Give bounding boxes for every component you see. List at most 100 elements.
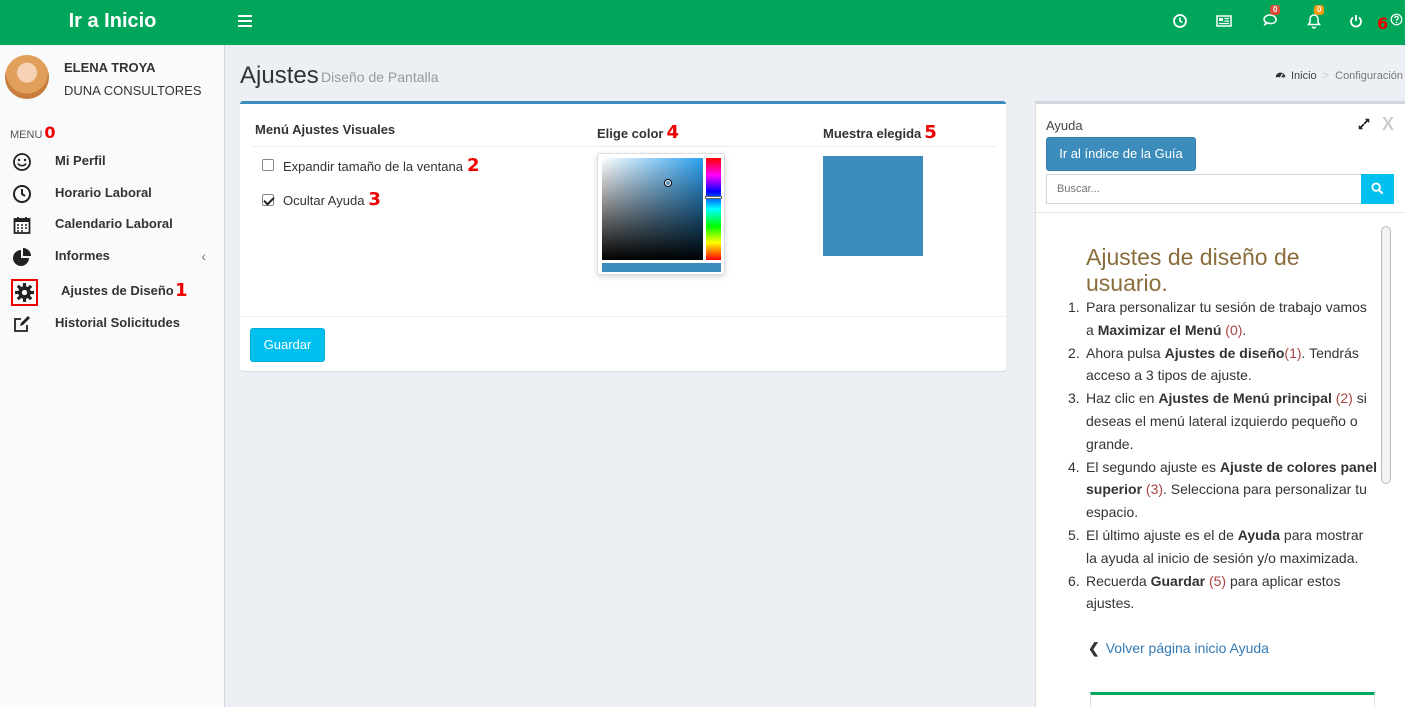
scrollbar-thumb[interactable] (1381, 226, 1391, 484)
back-help-home-link[interactable]: ❮ Volver página inicio Ayuda (1088, 640, 1269, 657)
step-text: El segundo ajuste es (1086, 458, 1220, 475)
step-text: Recuerda (1086, 572, 1151, 589)
sample-header: Muestra elegida 5 (823, 122, 937, 143)
expand-window-checkbox[interactable] (262, 159, 274, 171)
gear-icon (11, 279, 38, 306)
help-steps-list: 1. Para personalizar tu sesión de trabajo… (1068, 296, 1378, 615)
settings-box: Menú Ajustes Visuales Elige color 4 Muest… (240, 101, 1006, 371)
divider (252, 146, 996, 147)
search-icon (1371, 182, 1384, 195)
clock-icon[interactable] (1172, 13, 1190, 31)
top-navbar: Ir a Inicio 0 0 6 (0, 0, 1405, 45)
avatar (5, 55, 49, 99)
divider (240, 316, 1006, 317)
step-text: Ahora pulsa (1086, 344, 1165, 361)
visual-menu-header: Menú Ajustes Visuales (255, 122, 396, 137)
page-title: Ajustes (240, 62, 319, 89)
step-bold: Ayuda (1237, 526, 1281, 543)
power-icon[interactable] (1348, 13, 1366, 31)
hide-help-label: Ocultar Ayuda 3 (283, 189, 381, 210)
step-number: 5. (1068, 526, 1080, 543)
sidebar-item-label: Mi Perfil (55, 153, 106, 168)
sidebar-toggle-icon[interactable] (236, 12, 254, 30)
sidebar-item-label: Horario Laboral (55, 185, 152, 200)
sidebar-item-horario-laboral[interactable]: Horario Laboral (0, 179, 224, 209)
search-button[interactable] (1361, 174, 1394, 204)
bell-icon[interactable]: 0 (1306, 5, 1325, 31)
smile-icon (12, 152, 32, 172)
breadcrumb: Inicio > Configuración (1274, 69, 1403, 82)
help-content: Ajustes de diseño de usuario. 1. Para per… (1036, 214, 1394, 707)
sidebar-item-label: Ajustes de Diseño (61, 283, 174, 298)
step-number: 6. (1068, 572, 1080, 589)
step-ref: (2) (1331, 390, 1353, 407)
saturation-area[interactable] (602, 158, 703, 260)
hue-slider[interactable] (706, 158, 721, 260)
sidebar-item-label: Calendario Laboral (55, 216, 173, 231)
question-icon[interactable] (1390, 13, 1404, 31)
newspaper-icon[interactable] (1215, 13, 1233, 31)
guide-index-button[interactable]: Ir al índice de la Guía (1046, 137, 1196, 171)
step-text: . (1242, 321, 1247, 338)
dashboard-icon (1275, 72, 1286, 78)
sidebar-item-label: Informes (55, 248, 110, 263)
user-name: ELENA TROYA (64, 60, 156, 75)
help-step: 5. El último ajuste es el de Ayuda para m… (1068, 524, 1378, 569)
messages-icon[interactable]: 0 (1262, 5, 1281, 31)
chosen-color-swatch (823, 156, 923, 256)
help-step: 4. El segundo ajuste es Ajuste de colores… (1068, 456, 1378, 524)
color-preview-bar (602, 263, 721, 272)
chevron-left-icon: ‹ (201, 248, 206, 264)
step-number: 1. (1068, 299, 1080, 315)
menu-label: MENU (10, 129, 43, 141)
step-text: El último ajuste es el de (1086, 526, 1238, 543)
step-text: Haz clic en (1086, 390, 1159, 407)
step-number: 4. (1068, 458, 1080, 475)
help-title: Ayuda (1046, 118, 1083, 133)
notifications-badge: 0 (1314, 5, 1325, 15)
help-heading: Ajustes de diseño de usuario. (1086, 244, 1300, 296)
messages-badge: 0 (1270, 5, 1281, 15)
step-ref: (3) (1142, 481, 1164, 498)
pie-chart-icon (12, 247, 32, 267)
menu-marker: 0 (44, 123, 56, 142)
ajustes-marker: 1 (175, 280, 188, 301)
breadcrumb-current: Configuración (1335, 70, 1403, 82)
help-step: 6. Recuerda Guardar (5) para aplicar esto… (1068, 570, 1378, 615)
step-ref: (0) (1221, 321, 1243, 338)
help-footer-box (1090, 692, 1375, 707)
sidebar-item-informes[interactable]: Informes ‹ (0, 242, 224, 272)
step-bold: Maximizar el Menú (1097, 321, 1222, 338)
expand-icon[interactable] (1357, 117, 1373, 133)
sidebar-item-historial-solicitudes[interactable]: Historial Solicitudes (0, 309, 224, 339)
step-number: 2. (1068, 344, 1080, 361)
sidebar-item-ajustes-de-diseno[interactable]: Ajustes de Diseño 1 (0, 275, 224, 306)
sidebar-item-mi-perfil[interactable]: Mi Perfil (0, 147, 224, 177)
help-marker: 6 (1377, 14, 1389, 33)
help-panel: Ayuda X Ir al índice de la Guía Ajustes … (1035, 101, 1405, 707)
hide-help-checkbox[interactable] (262, 194, 274, 206)
save-button[interactable]: Guardar (250, 328, 325, 362)
breadcrumb-home-link[interactable]: Inicio (1291, 70, 1317, 82)
color-knob[interactable] (665, 180, 671, 186)
step-ref: (5) (1205, 572, 1227, 589)
edit-icon (12, 314, 32, 334)
help-step: 2. Ahora pulsa Ajustes de diseño(1). Tend… (1068, 342, 1378, 387)
help-step: 1. Para personalizar tu sesión de trabajo… (1068, 296, 1378, 341)
home-logo-link[interactable]: Ir a Inicio (0, 0, 225, 45)
expand-window-label: Expandir tamaño de la ventana 2 (283, 155, 480, 176)
choose-color-header: Elige color 4 (597, 122, 679, 143)
sidebar-item-calendario-laboral[interactable]: Calendario Laboral (0, 210, 224, 240)
sidebar-item-label: Historial Solicitudes (55, 315, 180, 330)
help-search-input[interactable] (1046, 174, 1362, 204)
page-subtitle: Diseño de Pantalla (321, 69, 439, 85)
help-step: 3. Haz clic en Ajustes de Menú principal … (1068, 387, 1378, 455)
menu-header: MENU 0 (10, 123, 56, 142)
step-ref: (1) (1284, 344, 1302, 361)
hue-handle[interactable] (705, 196, 722, 199)
step-bold: Guardar (1150, 572, 1206, 589)
divider (1036, 212, 1405, 213)
step-number: 3. (1068, 390, 1080, 407)
step-bold: Ajustes de Menú principal (1158, 390, 1332, 407)
close-help-button[interactable]: X (1382, 114, 1394, 135)
